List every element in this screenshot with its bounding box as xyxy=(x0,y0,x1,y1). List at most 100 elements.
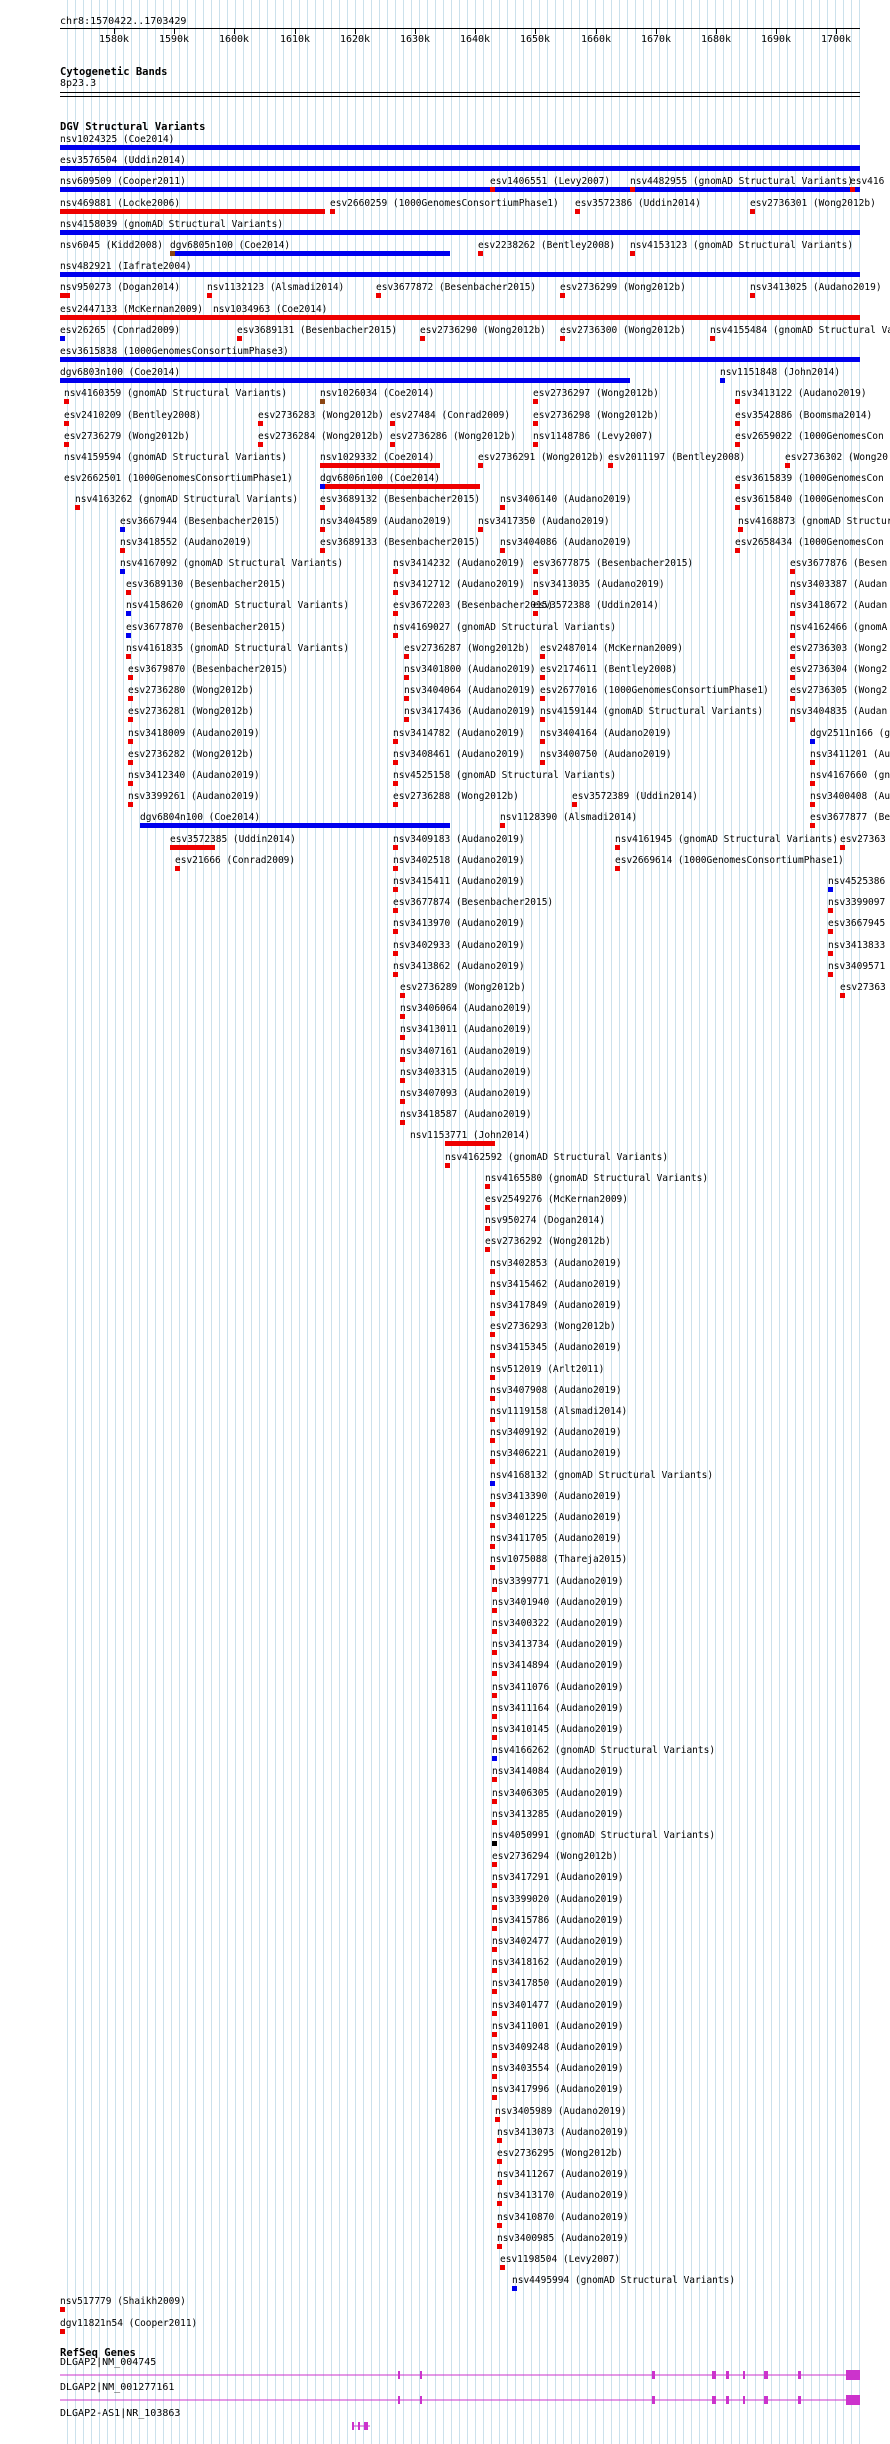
sv-bar[interactable] xyxy=(492,2010,497,2016)
sv-label[interactable]: nsv3402853 (Audano2019) xyxy=(490,1258,622,1269)
sv-bar[interactable] xyxy=(575,208,580,214)
sv-bar[interactable] xyxy=(393,632,398,638)
sv-bar[interactable] xyxy=(560,293,565,299)
sv-label[interactable]: nsv3417436 (Audano2019) xyxy=(404,706,536,717)
sv-bar[interactable] xyxy=(400,1014,405,1020)
sv-label[interactable]: nsv3409183 (Audano2019) xyxy=(393,834,525,845)
sv-label[interactable]: esv2736304 (Wong2 xyxy=(790,664,887,675)
sv-bar[interactable] xyxy=(492,1777,497,1783)
sv-label[interactable]: esv3677876 (Besen xyxy=(790,558,887,569)
sv-bar[interactable] xyxy=(540,653,545,659)
sv-label[interactable]: nsv3407908 (Audano2019) xyxy=(490,1385,622,1396)
sv-bar[interactable] xyxy=(490,1353,495,1359)
sv-bar[interactable] xyxy=(790,611,795,617)
sv-bar[interactable] xyxy=(828,929,833,935)
sv-bar[interactable] xyxy=(495,2116,500,2122)
sv-bar[interactable] xyxy=(810,781,815,786)
sv-bar[interactable] xyxy=(400,1035,405,1041)
sv-bar[interactable] xyxy=(500,505,505,511)
sv-bar[interactable] xyxy=(810,823,815,829)
sv-label[interactable]: nsv1128390 (Alsmadi2014) xyxy=(500,812,637,823)
sv-bar[interactable] xyxy=(404,653,409,659)
sv-bar[interactable] xyxy=(790,632,795,638)
sv-bar[interactable] xyxy=(393,908,398,914)
sv-label[interactable]: nsv3413970 (Audano2019) xyxy=(393,918,525,929)
sv-label[interactable]: nsv3413073 (Audano2019) xyxy=(497,2127,629,2138)
sv-label[interactable]: nsv3413122 (Audano2019) xyxy=(735,388,867,399)
sv-label[interactable]: nsv3418009 (Audano2019) xyxy=(128,728,260,739)
sv-label[interactable]: esv2677016 (1000GenomesConsortiumPhase1) xyxy=(540,685,769,696)
sv-bar[interactable] xyxy=(497,2159,502,2164)
sv-bar[interactable] xyxy=(400,1056,405,1062)
sv-bar[interactable] xyxy=(828,887,833,892)
sv-label[interactable]: esv2736284 (Wong2012b) xyxy=(258,431,384,442)
sv-label[interactable]: nsv4525386 xyxy=(828,876,885,887)
sv-label[interactable]: nsv3406221 (Audano2019) xyxy=(490,1448,622,1459)
sv-label[interactable]: nsv3401940 (Audano2019) xyxy=(492,1597,624,1608)
sv-bar[interactable] xyxy=(376,293,381,299)
sv-label[interactable]: esv2736300 (Wong2012b) xyxy=(560,325,686,336)
sv-label[interactable]: esv1406551 (Levy2007) xyxy=(490,176,610,187)
sv-label[interactable]: nsv4162592 (gnomAD Structural Variants) xyxy=(445,1152,668,1163)
sv-label[interactable]: nsv3414782 (Audano2019) xyxy=(393,728,525,739)
sv-bar[interactable] xyxy=(735,441,740,447)
sv-bar[interactable] xyxy=(120,569,125,574)
sv-label[interactable]: nsv3413734 (Audano2019) xyxy=(492,1639,624,1650)
sv-label[interactable]: esv3572388 (Uddin2014) xyxy=(533,600,659,611)
sv-bar[interactable] xyxy=(492,2074,497,2080)
sv-label[interactable]: esv27363 xyxy=(840,982,886,993)
sv-bar[interactable] xyxy=(60,378,630,384)
sv-bar[interactable] xyxy=(60,208,325,214)
sv-label[interactable]: nsv3401477 (Audano2019) xyxy=(492,2000,624,2011)
sv-label[interactable]: esv2736293 (Wong2012b) xyxy=(490,1321,616,1332)
sv-label[interactable]: nsv1151848 (John2014) xyxy=(720,367,840,378)
sv-bar[interactable] xyxy=(64,399,69,405)
sv-label[interactable]: dgv6803n100 (Coe2014) xyxy=(60,367,180,378)
sv-bar[interactable] xyxy=(393,590,398,596)
sv-bar[interactable] xyxy=(828,950,833,956)
sv-bar[interactable] xyxy=(393,929,398,935)
sv-label[interactable]: nsv469881 (Locke2006) xyxy=(60,198,180,209)
sv-bar[interactable] xyxy=(393,971,398,977)
sv-label[interactable]: esv2736288 (Wong2012b) xyxy=(393,791,519,802)
sv-bar[interactable] xyxy=(492,1756,497,1762)
sv-bar[interactable] xyxy=(490,1438,495,1444)
sv-bar[interactable] xyxy=(790,696,795,702)
sv-label[interactable]: nsv3407161 (Audano2019) xyxy=(400,1046,532,1057)
sv-label[interactable]: nsv4159594 (gnomAD Structural Variants) xyxy=(64,452,287,463)
sv-label[interactable]: nsv3404164 (Audano2019) xyxy=(540,728,672,739)
sv-bar[interactable] xyxy=(735,505,740,511)
sv-label[interactable]: nsv3413170 (Audano2019) xyxy=(497,2190,629,2201)
sv-bar[interactable] xyxy=(64,420,69,426)
sv-label[interactable]: esv2487014 (McKernan2009) xyxy=(540,643,683,654)
sv-label[interactable]: esv2736283 (Wong2012b) xyxy=(258,410,384,421)
sv-bar[interactable] xyxy=(735,547,740,553)
sv-label[interactable]: esv3689131 (Besenbacher2015) xyxy=(237,325,397,336)
sv-bar[interactable] xyxy=(533,441,538,447)
sv-label[interactable]: nsv1132123 (Alsmadi2014) xyxy=(207,282,344,293)
sv-bar[interactable] xyxy=(126,611,131,617)
sv-bar[interactable] xyxy=(478,251,483,256)
sv-bar[interactable] xyxy=(540,717,545,723)
sv-bar[interactable] xyxy=(170,251,450,256)
sv-label[interactable]: nsv3399020 (Audano2019) xyxy=(492,1894,624,1905)
sv-bar[interactable] xyxy=(540,759,545,765)
sv-bar[interactable] xyxy=(258,441,263,447)
sv-bar[interactable] xyxy=(60,357,860,362)
sv-label[interactable]: esv3689133 (Besenbacher2015) xyxy=(320,537,480,548)
sv-label[interactable]: nsv4169027 (gnomAD Structural Variants) xyxy=(393,622,616,633)
sv-label[interactable]: nsv3415786 (Audano2019) xyxy=(492,1915,624,1926)
sv-bar[interactable] xyxy=(64,441,69,447)
sv-bar[interactable] xyxy=(810,738,815,744)
sv-label[interactable]: nsv3400322 (Audano2019) xyxy=(492,1618,624,1629)
sv-bar[interactable] xyxy=(492,1862,497,1868)
sv-bar[interactable] xyxy=(128,696,133,702)
sv-bar[interactable] xyxy=(490,1268,495,1274)
sv-label[interactable]: esv3576504 (Uddin2014) xyxy=(60,155,186,166)
sv-label[interactable]: nsv1153771 (John2014) xyxy=(410,1130,530,1141)
sv-label[interactable]: nsv3405989 (Audano2019) xyxy=(495,2106,627,2117)
sv-bar[interactable] xyxy=(750,208,755,214)
sv-label[interactable]: dgv11821n54 (Cooper2011) xyxy=(60,2318,197,2329)
sv-bar[interactable] xyxy=(492,1841,497,1846)
sv-label[interactable]: nsv4165580 (gnomAD Structural Variants) xyxy=(485,1173,708,1184)
